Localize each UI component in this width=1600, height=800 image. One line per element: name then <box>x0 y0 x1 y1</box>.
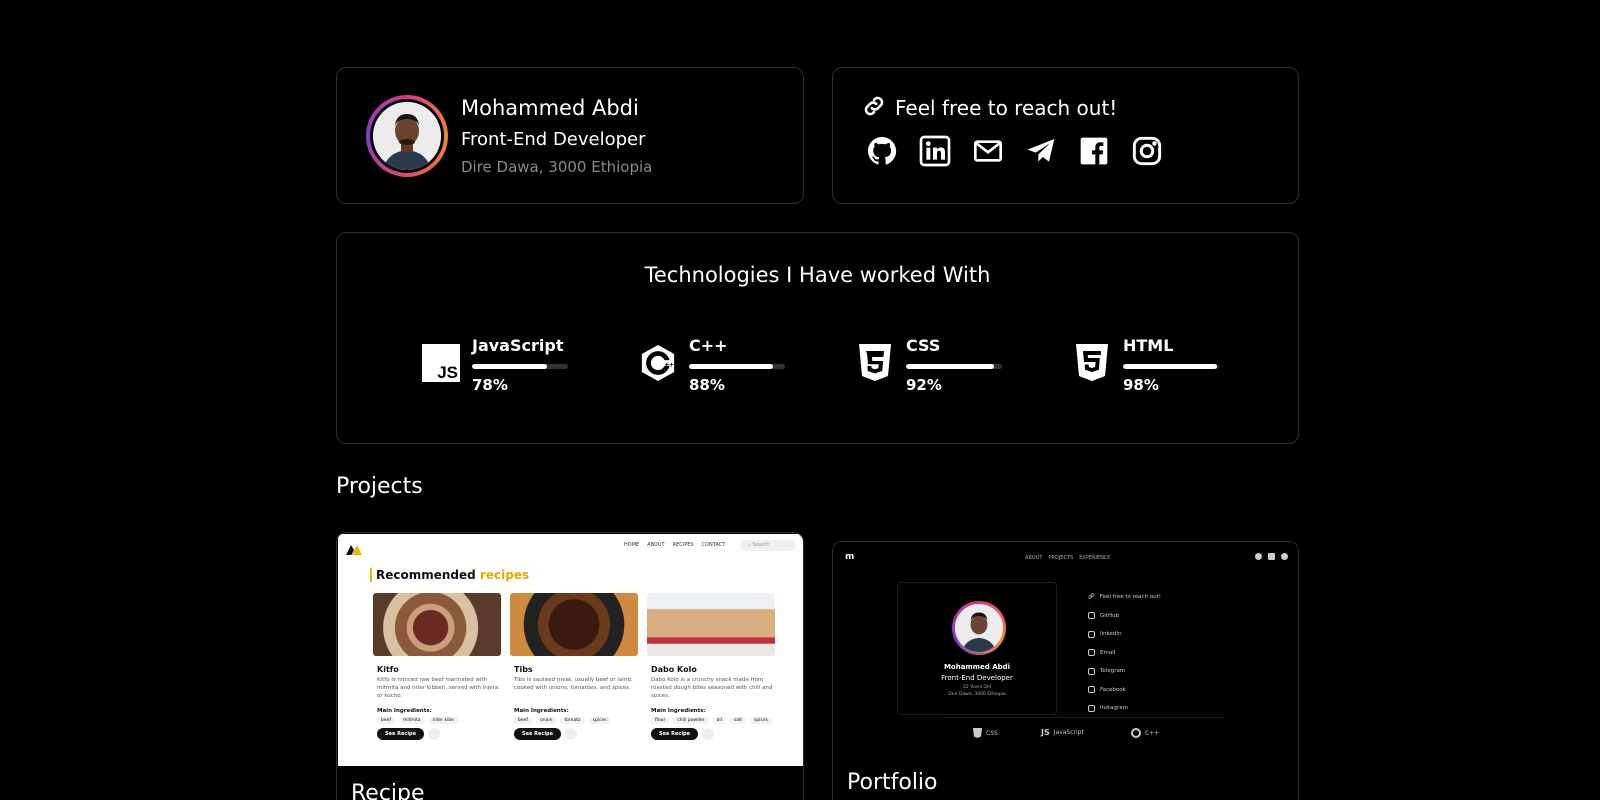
github-icon[interactable] <box>865 134 899 168</box>
recipe-logo-icon <box>346 540 362 559</box>
tech-progress-fill <box>472 364 547 369</box>
portfolio-preview-tech-item: C++ <box>1131 728 1159 738</box>
tech-percent: 78% <box>472 376 508 394</box>
recipe-preview-search: ⌕ Search <box>740 540 796 551</box>
html5-icon <box>1073 344 1111 382</box>
contact-card: Feel free to reach out! <box>832 67 1299 204</box>
profile-card: Mohammed Abdi Front-End Developer Dire D… <box>336 67 804 204</box>
technologies-title: Technologies I Have worked With <box>644 263 991 287</box>
project-card-portfolio[interactable]: m ABOUT PROJECTS EXPERIENCE Mohammed Abd… <box>832 541 1299 800</box>
tech-name: HTML <box>1123 336 1174 355</box>
css3-icon <box>973 728 982 738</box>
portfolio-preview-nav: ABOUT PROJECTS EXPERIENCE <box>1025 555 1111 561</box>
tech-item-javascript: JS JavaScript 78% <box>422 336 602 396</box>
tech-progress-bar <box>906 364 1002 369</box>
tech-progress-bar <box>472 364 568 369</box>
avatar <box>366 95 448 177</box>
instagram-icon[interactable] <box>1130 134 1164 168</box>
portfolio-preview-tech-item: JS JavaScript <box>1041 728 1084 737</box>
project-card-recipe[interactable]: HOME ABOUT RECIPES CONTACT ⌕ Search Reco… <box>336 532 804 800</box>
project-title-recipe[interactable]: Recipe <box>351 781 425 800</box>
tech-item-cpp: ++ C++ 88% <box>639 336 819 396</box>
recipe-preview-card: Tibs Tibs is sautéed meat, usually beef … <box>510 593 638 740</box>
projects-heading: Projects <box>336 474 423 499</box>
tech-item-html: HTML 98% <box>1073 336 1253 396</box>
technologies-card: Technologies I Have worked With JS JavaS… <box>336 232 1299 444</box>
telegram-icon <box>1281 553 1288 560</box>
tech-percent: 98% <box>1123 376 1159 394</box>
cpp-icon <box>1131 728 1141 738</box>
portfolio-preview-image: m ABOUT PROJECTS EXPERIENCE Mohammed Abd… <box>833 542 1298 757</box>
link-icon <box>861 93 887 123</box>
profile-name: Mohammed Abdi <box>461 96 639 120</box>
email-icon[interactable] <box>971 134 1005 168</box>
github-icon <box>1255 553 1262 560</box>
svg-text:JS: JS <box>437 363 458 382</box>
svg-text:++: ++ <box>665 360 674 369</box>
tech-name: C++ <box>689 336 728 355</box>
recipe-preview-card: Dabo Kolo Dabo Kolo is a crunchy snack m… <box>647 593 775 740</box>
linkedin-icon <box>1268 553 1275 560</box>
javascript-icon: JS <box>1041 728 1050 737</box>
portfolio-logo-icon: m <box>845 552 855 562</box>
project-title-portfolio[interactable]: Portfolio <box>847 770 938 795</box>
linkedin-icon[interactable] <box>918 134 952 168</box>
cpp-icon: ++ <box>639 344 677 382</box>
css3-icon <box>856 344 894 382</box>
recipe-preview-card: Kitfo Kitfo is minced raw beef marinated… <box>373 593 501 740</box>
portfolio-preview-links: 🔗 Feel free to reach out! GitHub linkedIn… <box>1088 594 1161 712</box>
tech-progress-fill <box>906 364 995 369</box>
tech-progress-bar <box>689 364 785 369</box>
javascript-icon: JS <box>422 344 460 382</box>
tech-percent: 92% <box>906 376 942 394</box>
tech-name: JavaScript <box>472 336 564 355</box>
tech-name: CSS <box>906 336 941 355</box>
contact-title: Feel free to reach out! <box>895 96 1118 120</box>
facebook-icon[interactable] <box>1077 134 1111 168</box>
tech-progress-fill <box>689 364 774 369</box>
portfolio-preview-tech-item: CSS <box>973 728 998 738</box>
recipe-preview-image: HOME ABOUT RECIPES CONTACT ⌕ Search Reco… <box>338 534 803 766</box>
tech-item-css: CSS 92% <box>856 336 1036 396</box>
recipe-preview-heading: Recommended recipes <box>370 568 529 582</box>
portfolio-preview-social <box>1255 553 1288 560</box>
recipe-preview-nav: HOME ABOUT RECIPES CONTACT <box>624 542 726 548</box>
profile-location: Dire Dawa, 3000 Ethiopia <box>461 158 653 176</box>
portfolio-preview-profile: Mohammed Abdi Front-End Developer 22 Yea… <box>897 582 1057 715</box>
tech-progress-bar <box>1123 364 1219 369</box>
telegram-icon[interactable] <box>1024 134 1058 168</box>
tech-percent: 88% <box>689 376 725 394</box>
tech-progress-fill <box>1123 364 1218 369</box>
profile-role: Front-End Developer <box>461 129 646 150</box>
profile-photo <box>373 102 441 170</box>
